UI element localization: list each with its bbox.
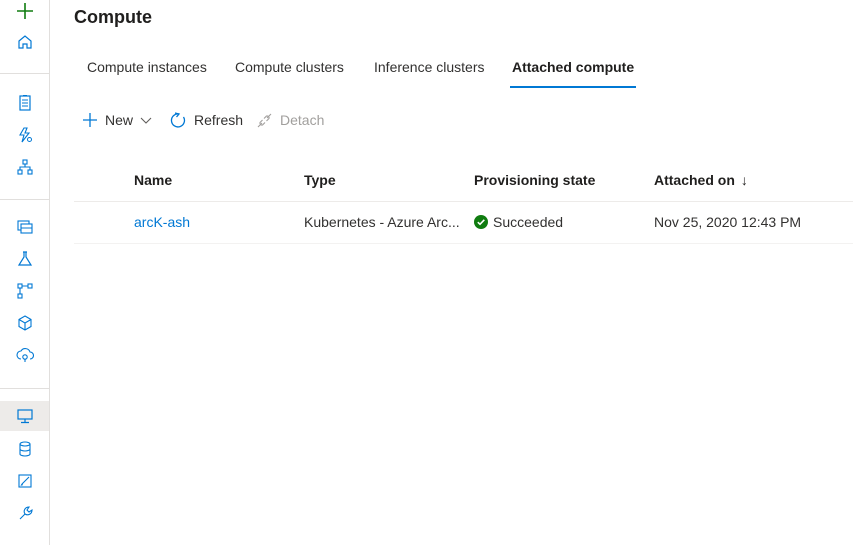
rail-item-linked-services[interactable] xyxy=(0,498,49,528)
sort-descending-icon: ↓ xyxy=(740,172,748,188)
rail-item-experiments[interactable] xyxy=(0,244,49,274)
plus-icon xyxy=(16,3,33,19)
column-header-label: Provisioning state xyxy=(474,172,596,188)
tab-label: Compute instances xyxy=(87,59,207,75)
check-circle-icon xyxy=(474,215,488,229)
column-header-label: Attached on xyxy=(654,172,735,188)
tab-label: Compute clusters xyxy=(235,59,344,75)
active-tab-indicator xyxy=(510,86,637,88)
provisioning-state-text: Succeeded xyxy=(493,214,564,230)
left-navigation-rail xyxy=(0,0,50,545)
models-icon xyxy=(17,315,32,331)
designer-icon xyxy=(16,159,33,175)
rail-item-notebooks[interactable] xyxy=(0,88,49,118)
column-header-provisioning-state[interactable]: Provisioning state xyxy=(474,172,595,188)
rail-item-datasets[interactable] xyxy=(0,212,49,242)
compute-icon xyxy=(16,409,33,424)
unlink-icon xyxy=(257,113,272,127)
rail-item-compute[interactable] xyxy=(0,401,49,431)
column-header-type[interactable]: Type xyxy=(304,172,336,188)
app-root: Compute Compute instances Compute cluste… xyxy=(0,0,853,545)
rail-item-home[interactable] xyxy=(0,27,49,57)
rail-item-designer[interactable] xyxy=(0,152,49,182)
rail-item-data-labeling[interactable] xyxy=(0,466,49,496)
rail-item-automated-ml[interactable] xyxy=(0,120,49,150)
rail-item-pipelines[interactable] xyxy=(0,276,49,306)
column-header-attached-on[interactable]: Attached on ↓ xyxy=(654,172,748,188)
new-button[interactable]: New xyxy=(82,108,152,132)
rail-item-datastores[interactable] xyxy=(0,434,49,464)
page-title: Compute xyxy=(74,7,152,27)
table-row[interactable]: arcK-ash Kubernetes - Azure Arc... Succe… xyxy=(74,202,853,244)
tab-compute-instances[interactable]: Compute instances xyxy=(87,58,207,90)
rail-divider xyxy=(0,199,49,200)
refresh-icon xyxy=(170,111,186,128)
notebook-icon xyxy=(18,94,31,111)
column-header-name[interactable]: Name xyxy=(134,172,172,188)
refresh-button-label: Refresh xyxy=(194,112,244,128)
home-icon xyxy=(17,35,32,49)
data-labeling-icon xyxy=(17,474,32,488)
compute-name-link[interactable]: arcK-ash xyxy=(134,214,294,230)
rail-divider xyxy=(0,388,49,389)
rail-item-endpoints[interactable] xyxy=(0,340,49,370)
experiments-icon xyxy=(17,251,32,266)
pipelines-icon xyxy=(16,283,33,299)
tab-compute-clusters[interactable]: Compute clusters xyxy=(235,58,344,90)
rail-divider xyxy=(0,73,49,74)
attached-on-date: Nov 25, 2020 12:43 PM xyxy=(654,214,802,230)
chevron-down-icon xyxy=(140,117,152,124)
tab-label: Inference clusters xyxy=(374,59,485,75)
tab-inference-clusters[interactable]: Inference clusters xyxy=(374,58,485,90)
provisioning-state: Succeeded xyxy=(474,214,644,230)
tab-attached-compute[interactable]: Attached compute xyxy=(510,58,637,90)
automated-ml-icon xyxy=(18,127,32,143)
tab-label: Attached compute xyxy=(512,59,635,75)
rail-item-new[interactable] xyxy=(0,0,49,26)
column-header-label: Type xyxy=(304,172,336,188)
detach-button[interactable]: Detach xyxy=(256,108,324,132)
column-header-label: Name xyxy=(134,172,173,188)
rail-item-models[interactable] xyxy=(0,308,49,338)
table-header: Name Type Provisioning state Attached on… xyxy=(74,160,853,202)
new-button-label: New xyxy=(105,112,134,128)
attached-compute-table: Name Type Provisioning state Attached on… xyxy=(74,160,853,244)
linked-services-icon xyxy=(19,506,33,520)
datasets-icon xyxy=(16,220,33,234)
datastores-icon xyxy=(18,441,31,457)
plus-icon xyxy=(83,113,97,127)
compute-type: Kubernetes - Azure Arc... xyxy=(304,214,459,230)
refresh-button[interactable]: Refresh xyxy=(170,108,243,132)
endpoints-icon xyxy=(15,348,34,362)
detach-button-label: Detach xyxy=(280,112,325,128)
